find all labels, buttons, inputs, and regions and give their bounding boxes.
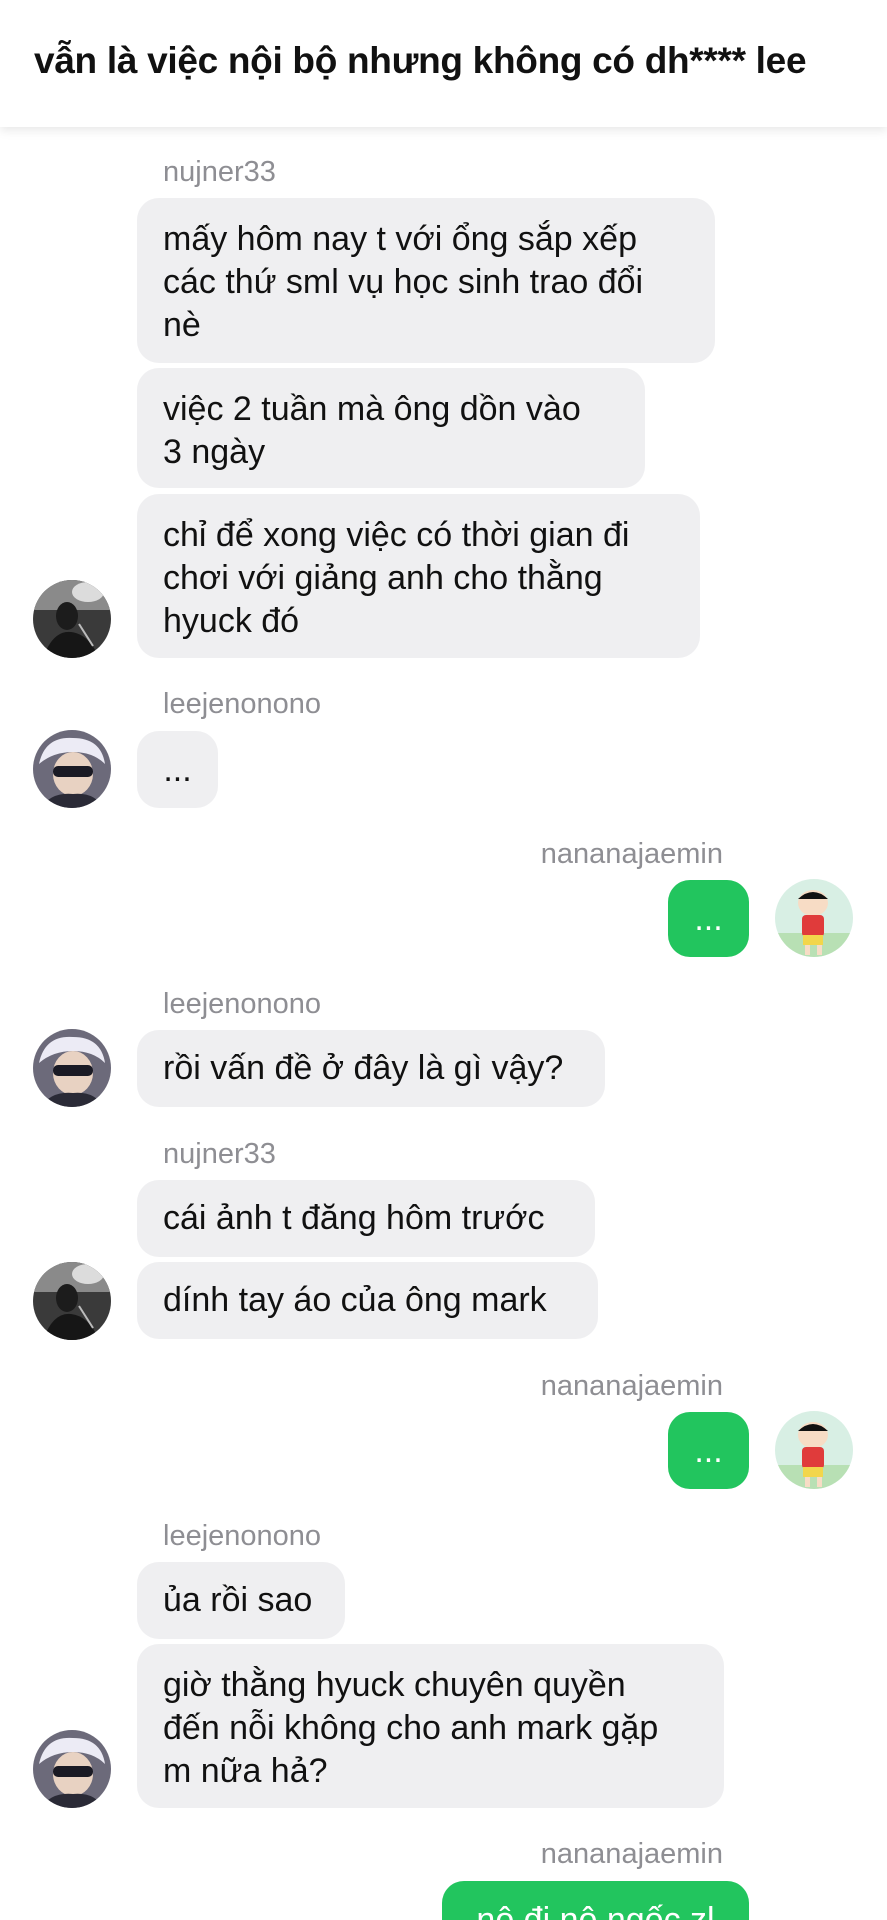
message-bubble[interactable]: rồi vấn đề ở đây là gì vậy? <box>137 1030 605 1107</box>
avatar-nujner33[interactable] <box>33 1262 111 1340</box>
avatar-nananajaemin[interactable] <box>775 1411 853 1489</box>
message-bubble[interactable]: cái ảnh t đăng hôm trước <box>137 1180 595 1257</box>
avatar-nujner33[interactable] <box>33 580 111 658</box>
avatar-leejenonono[interactable] <box>33 1730 111 1808</box>
avatar-nananajaemin[interactable] <box>775 879 853 957</box>
sender-name: nananajaemin <box>540 838 723 870</box>
message-bubble[interactable]: nô đi nô ngốc zl <box>442 1881 749 1920</box>
message-bubble[interactable]: việc 2 tuần mà ông dồn vào 3 ngày <box>137 368 645 488</box>
sender-name: leejenonono <box>163 1520 322 1552</box>
chat-thread[interactable]: nujner33 mấy hôm nay t với ổng sắp xếp c… <box>0 0 887 1920</box>
message-bubble[interactable]: ủa rồi sao <box>137 1562 345 1639</box>
sender-name: nujner33 <box>163 1138 276 1170</box>
message-bubble[interactable]: ... <box>668 1412 749 1489</box>
avatar-leejenonono[interactable] <box>33 1029 111 1107</box>
sender-name: nujner33 <box>163 156 276 188</box>
message-bubble[interactable]: ... <box>137 731 218 808</box>
message-bubble[interactable]: ... <box>668 880 749 957</box>
message-bubble[interactable]: chỉ để xong việc có thời gian đi chơi vớ… <box>137 494 700 658</box>
sender-name: leejenonono <box>163 688 322 720</box>
sender-name: nananajaemin <box>540 1370 723 1402</box>
sender-name: leejenonono <box>163 988 322 1020</box>
chat-title: vẫn là việc nội bộ nhưng không có dh****… <box>34 40 807 81</box>
avatar-leejenonono[interactable] <box>33 730 111 808</box>
sender-name: nananajaemin <box>540 1838 723 1870</box>
message-bubble[interactable]: mấy hôm nay t với ổng sắp xếp các thứ sm… <box>137 198 715 363</box>
chat-header: vẫn là việc nội bộ nhưng không có dh****… <box>0 0 887 127</box>
message-bubble[interactable]: giờ thằng hyuck chuyên quyền đến nỗi khô… <box>137 1644 724 1808</box>
message-bubble[interactable]: dính tay áo của ông mark <box>137 1262 598 1339</box>
